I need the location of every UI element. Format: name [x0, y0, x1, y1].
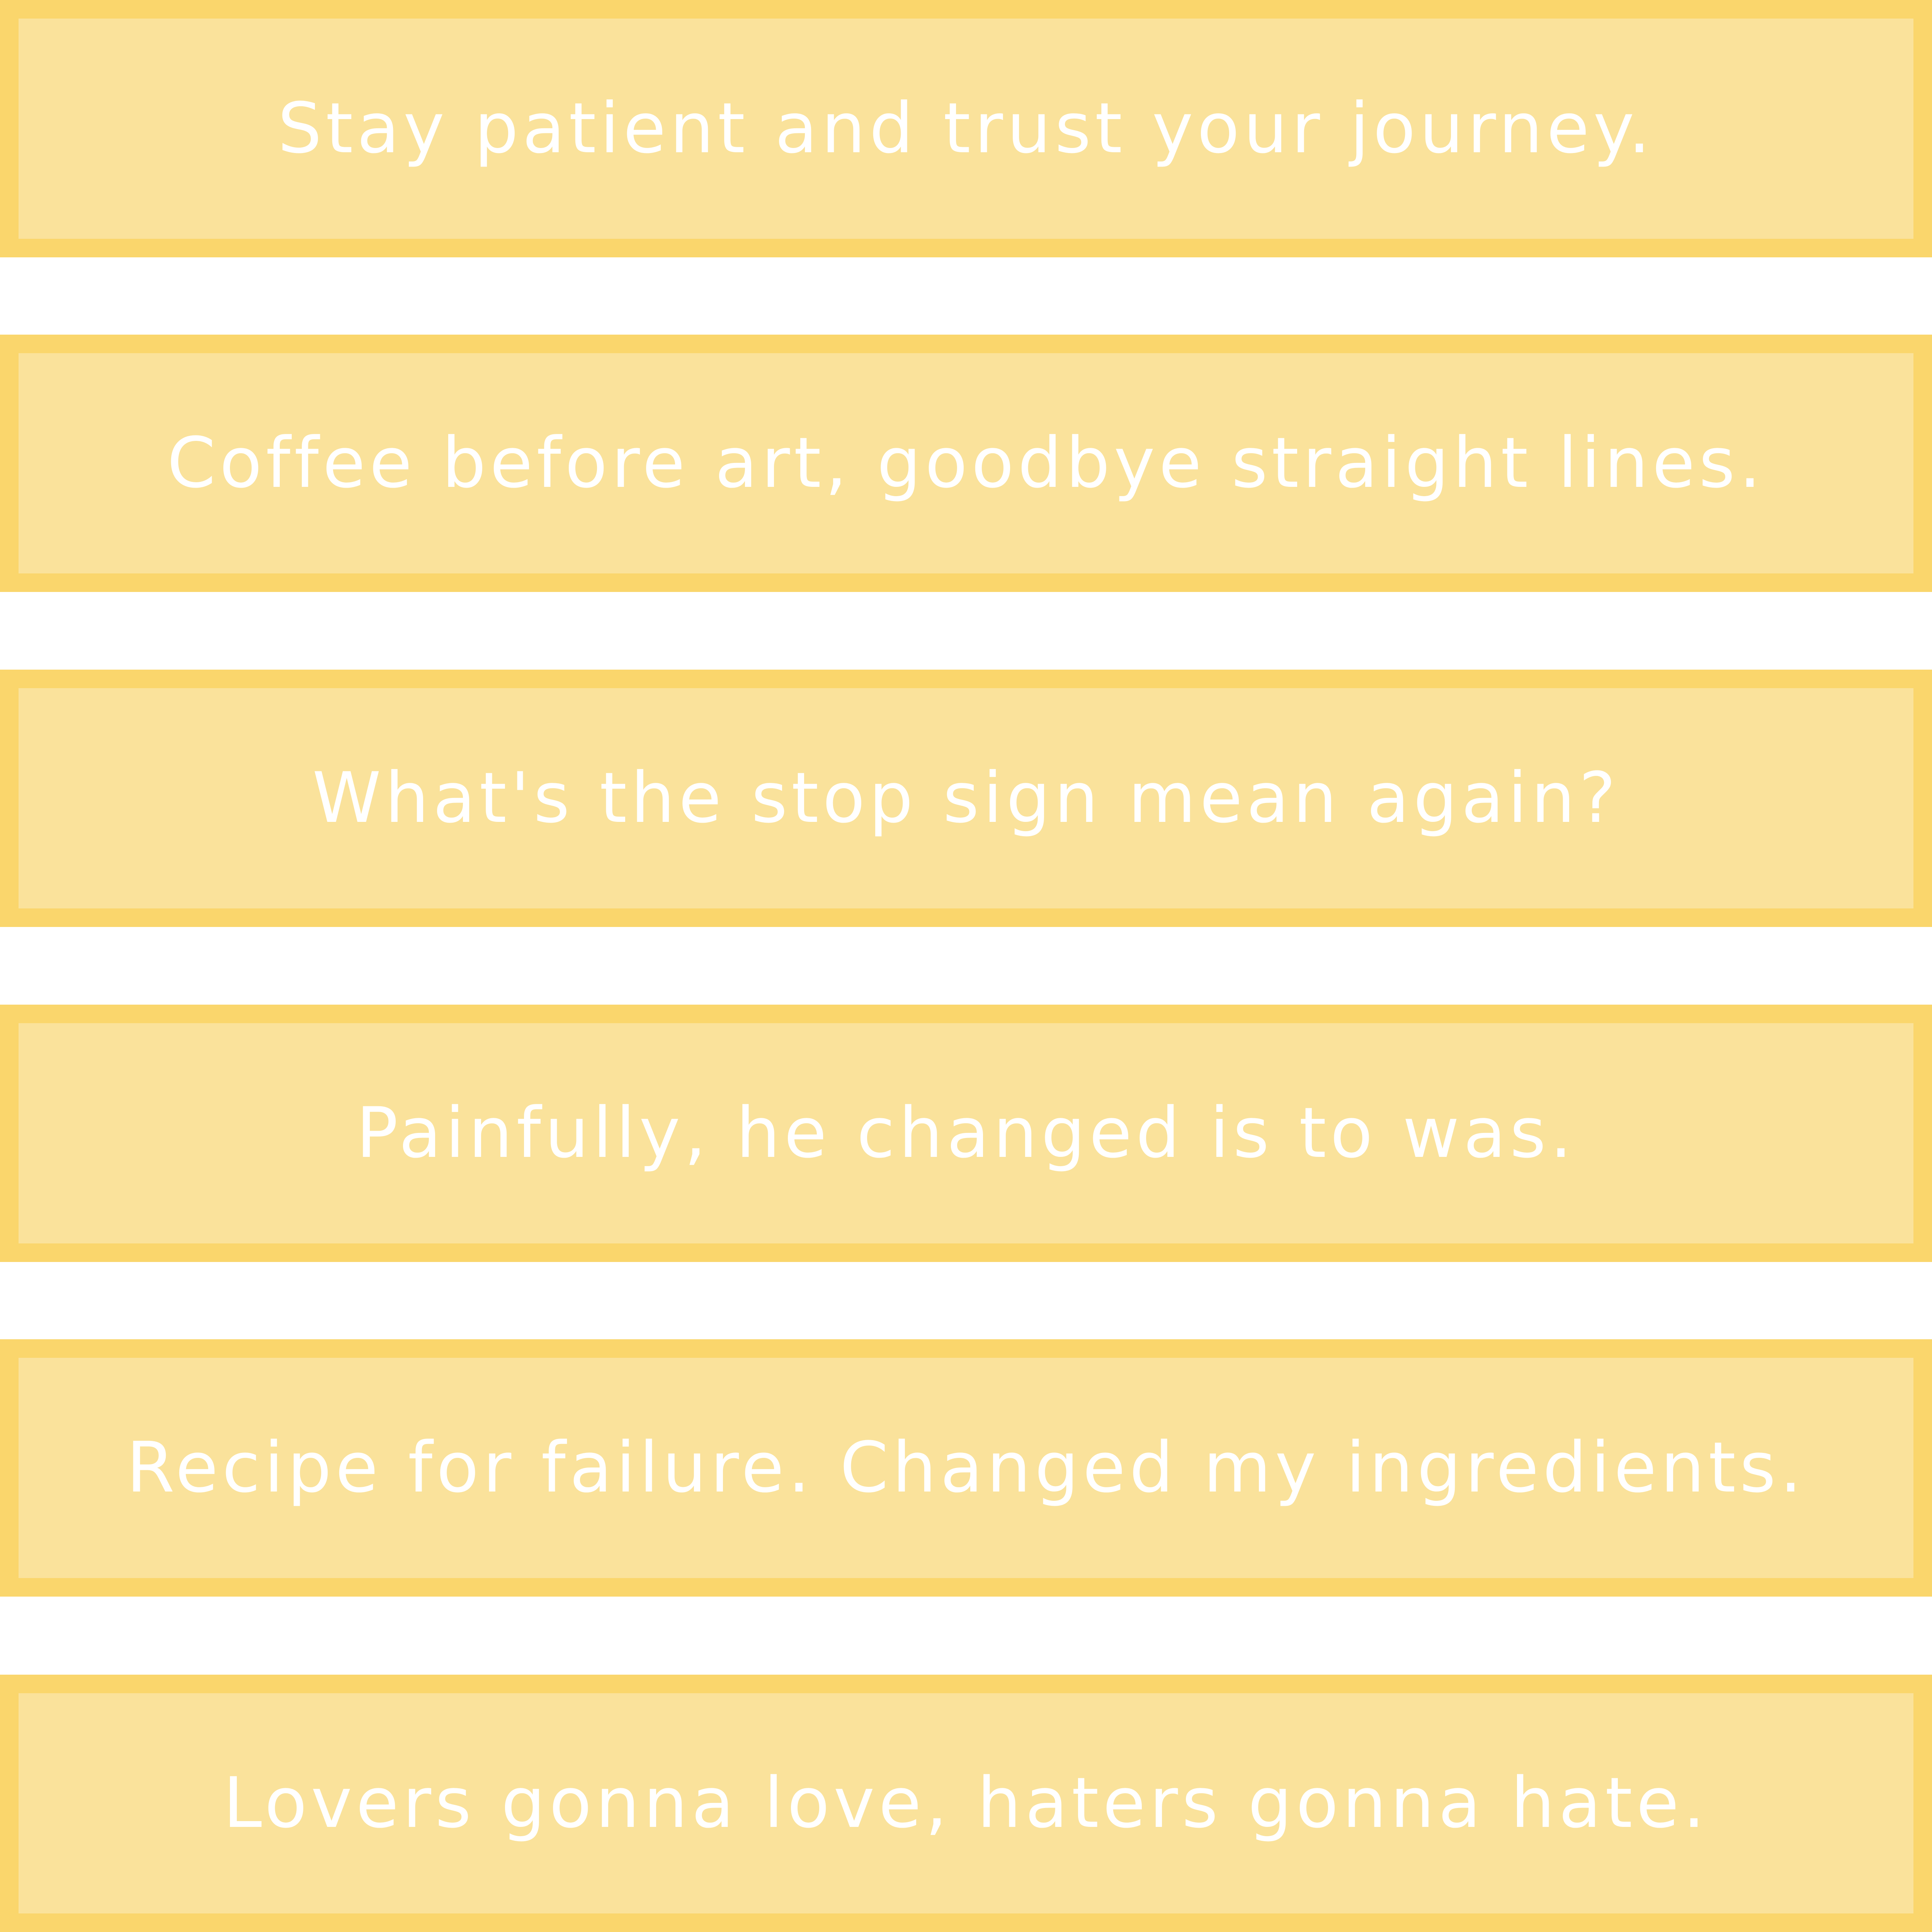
quote-card: Lovers gonna love, haters gonna hate. [0, 1675, 1932, 1932]
quote-card: Painfully, he changed is to was. [0, 1005, 1932, 1262]
quote-text: Recipe for failure. Changed my ingredien… [126, 1427, 1806, 1508]
quote-text: Painfully, he changed is to was. [356, 1093, 1576, 1173]
quote-text: Lovers gonna love, haters gonna hate. [223, 1763, 1709, 1844]
quote-card: Coffee before art, goodbye straight line… [0, 335, 1932, 592]
quote-list: Stay patient and trust your journey. Cof… [0, 0, 1932, 1932]
quote-text: Coffee before art, goodbye straight line… [167, 423, 1765, 503]
quote-text: Stay patient and trust your journey. [277, 88, 1655, 169]
quote-card: Stay patient and trust your journey. [0, 0, 1932, 257]
quote-card: Recipe for failure. Changed my ingredien… [0, 1339, 1932, 1597]
quote-text: What's the stop sign mean again? [312, 758, 1620, 838]
quote-card: What's the stop sign mean again? [0, 670, 1932, 927]
